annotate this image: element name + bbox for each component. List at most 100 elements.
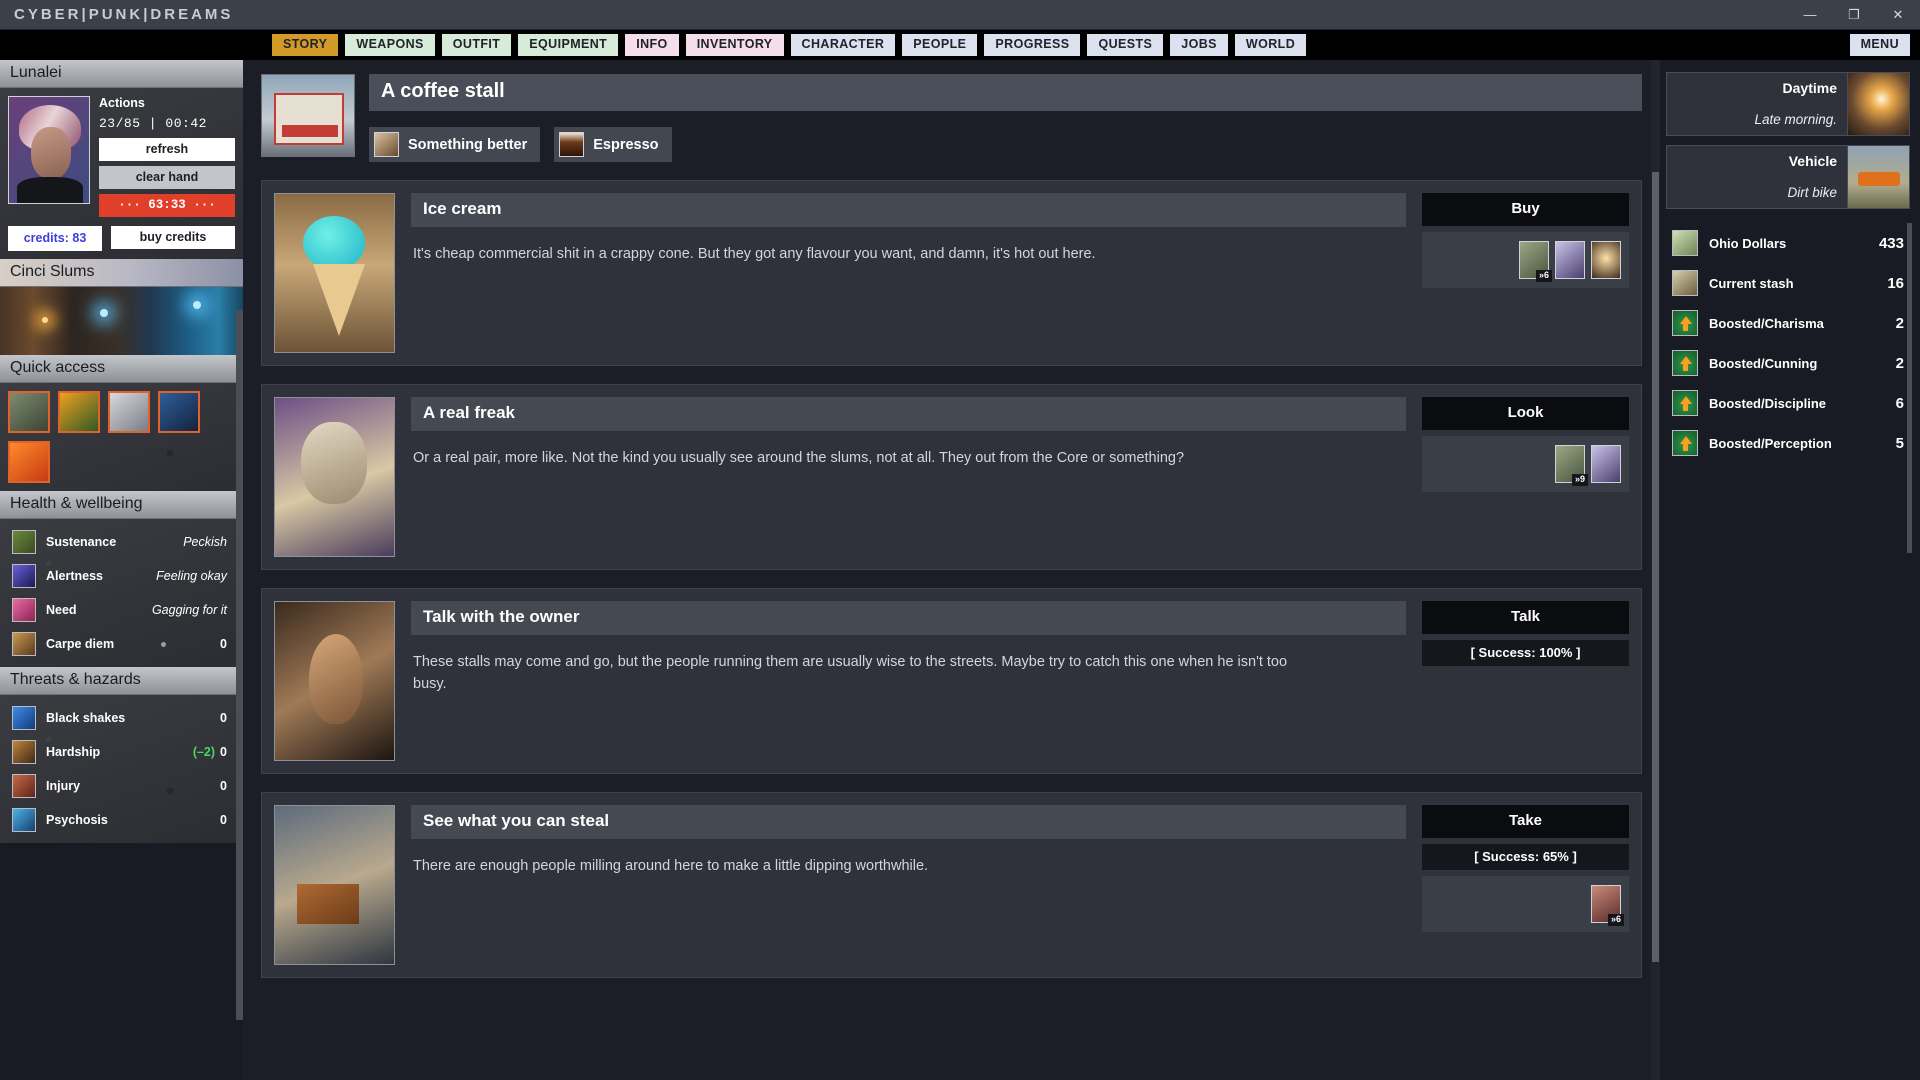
espresso-icon: [559, 132, 584, 157]
resource-value: 6: [1896, 395, 1904, 412]
health-panel: Sustenance Peckish Alertness Feeling oka…: [0, 519, 243, 667]
alertness-icon: [12, 564, 36, 588]
stat-value: Peckish: [183, 535, 231, 549]
stat-value: 0: [217, 813, 231, 827]
scrollbar-thumb[interactable]: [1652, 172, 1659, 962]
quick-item-first-aid-kit[interactable]: [8, 391, 50, 433]
clear-hand-button[interactable]: clear hand: [99, 166, 235, 189]
resource-label: Boosted/Charisma: [1709, 316, 1824, 331]
carpe-diem-icon: [12, 632, 36, 656]
stat-row-carpe-diem[interactable]: Carpe diem 0: [10, 627, 233, 661]
option-something-better[interactable]: Something better: [369, 127, 540, 162]
minimize-button[interactable]: —: [1788, 0, 1832, 29]
stat-label: Black shakes: [46, 711, 125, 725]
stat-row-psychosis[interactable]: Psychosis 0: [10, 803, 233, 837]
token-sun[interactable]: [1591, 241, 1621, 279]
tab-info[interactable]: INFO: [625, 34, 678, 56]
buy-button[interactable]: Buy: [1422, 193, 1629, 226]
card-ice-cream: Ice cream It's cheap commercial shit in …: [261, 180, 1642, 366]
card-description: Or a real pair, more like. Not the kind …: [411, 431, 1321, 469]
token-dice[interactable]: [1555, 241, 1585, 279]
character-name: Lunalei: [0, 60, 243, 88]
stat-row-need[interactable]: Need Gagging for it: [10, 593, 233, 627]
token-cash[interactable]: »6: [1519, 241, 1549, 279]
quick-item-datachip[interactable]: [158, 391, 200, 433]
quick-access-title: Quick access: [0, 355, 243, 383]
money-icon: [1672, 230, 1698, 256]
track-dot: [161, 642, 166, 647]
stat-label: Need: [46, 603, 77, 617]
tab-outfit[interactable]: OUTFIT: [442, 34, 512, 56]
tab-jobs[interactable]: JOBS: [1170, 34, 1228, 56]
token-badge: »6: [1608, 914, 1624, 926]
stat-label: Hardship: [46, 745, 100, 759]
coffee-stall-thumbnail: [261, 74, 355, 157]
resource-boosted-perception[interactable]: Boosted/Perception 5: [1666, 423, 1910, 463]
stat-row-alertness[interactable]: Alertness Feeling okay: [10, 559, 233, 593]
quick-item-pills[interactable]: [108, 391, 150, 433]
boost-up-icon: [1672, 390, 1698, 416]
token-tray: »6: [1422, 876, 1629, 932]
buy-credits-button[interactable]: buy credits: [111, 226, 235, 249]
resource-boosted-discipline[interactable]: Boosted/Discipline 6: [1666, 383, 1910, 423]
refresh-button[interactable]: refresh: [99, 138, 235, 161]
tab-world[interactable]: WORLD: [1235, 34, 1306, 56]
avatar[interactable]: [8, 96, 90, 204]
token-dice[interactable]: [1591, 445, 1621, 483]
boost-up-icon: [1672, 350, 1698, 376]
card-title: See what you can steal: [411, 805, 1406, 839]
injury-icon: [12, 774, 36, 798]
stat-label: Injury: [46, 779, 80, 793]
take-button[interactable]: Take: [1422, 805, 1629, 838]
stat-label: Carpe diem: [46, 637, 114, 651]
stat-row-hardship[interactable]: Hardship (–2)0: [10, 735, 233, 769]
close-button[interactable]: ✕: [1876, 0, 1920, 29]
resource-current-stash[interactable]: Current stash 16: [1666, 263, 1910, 303]
talk-button[interactable]: Talk: [1422, 601, 1629, 634]
look-button[interactable]: Look: [1422, 397, 1629, 430]
tab-equipment[interactable]: EQUIPMENT: [518, 34, 618, 56]
token-face[interactable]: »6: [1591, 885, 1621, 923]
tab-inventory[interactable]: INVENTORY: [686, 34, 784, 56]
tab-character[interactable]: CHARACTER: [791, 34, 896, 56]
info-title: Vehicle: [1677, 153, 1837, 169]
info-vehicle[interactable]: Vehicle Dirt bike: [1666, 145, 1910, 209]
stat-row-sustenance[interactable]: Sustenance Peckish: [10, 525, 233, 559]
resource-value: 2: [1896, 315, 1904, 332]
tab-weapons[interactable]: WEAPONS: [345, 34, 434, 56]
drink-icon: [374, 132, 399, 157]
resource-label: Current stash: [1709, 276, 1794, 291]
resource-ohio-dollars[interactable]: Ohio Dollars 433: [1666, 223, 1910, 263]
tab-quests[interactable]: QUESTS: [1087, 34, 1163, 56]
actions-label: Actions: [99, 96, 235, 110]
quick-item-snack-bar[interactable]: [8, 441, 50, 483]
tab-progress[interactable]: PROGRESS: [984, 34, 1080, 56]
content-scrollbar[interactable]: [1651, 60, 1660, 1080]
card-title: A real freak: [411, 397, 1406, 431]
token-cash[interactable]: »9: [1555, 445, 1585, 483]
maximize-button[interactable]: ❐: [1832, 0, 1876, 29]
resource-boosted-cunning[interactable]: Boosted/Cunning 2: [1666, 343, 1910, 383]
sidebar-scrollbar[interactable]: [236, 310, 243, 1020]
right-sidebar: Daytime Late morning. Vehicle Dirt bike …: [1660, 60, 1920, 1080]
resource-boosted-charisma[interactable]: Boosted/Charisma 2: [1666, 303, 1910, 343]
token-tray: »6: [1422, 232, 1629, 288]
scene-neon-glow: [100, 309, 108, 317]
menu-button[interactable]: MENU: [1850, 34, 1910, 56]
option-espresso[interactable]: Espresso: [554, 127, 671, 162]
psychosis-icon: [12, 808, 36, 832]
stat-number: 0: [220, 745, 227, 759]
character-panel: Actions 23/85 | 00:42 refresh clear hand…: [0, 88, 243, 259]
stat-row-black-shakes[interactable]: Black shakes 0: [10, 701, 233, 735]
stat-value: (–2)0: [193, 745, 231, 759]
success-chance: [ Success: 65% ]: [1422, 844, 1629, 870]
resource-scrollbar[interactable]: [1907, 223, 1912, 553]
scene-door-glow: [193, 301, 201, 309]
card-a-real-freak: A real freak Or a real pair, more like. …: [261, 384, 1642, 570]
tab-story[interactable]: STORY: [272, 34, 338, 56]
quick-item-energy-drink[interactable]: [58, 391, 100, 433]
stat-row-injury[interactable]: Injury 0: [10, 769, 233, 803]
tab-people[interactable]: PEOPLE: [902, 34, 977, 56]
resource-value: 2: [1896, 355, 1904, 372]
card-description: These stalls may come and go, but the pe…: [411, 635, 1321, 696]
